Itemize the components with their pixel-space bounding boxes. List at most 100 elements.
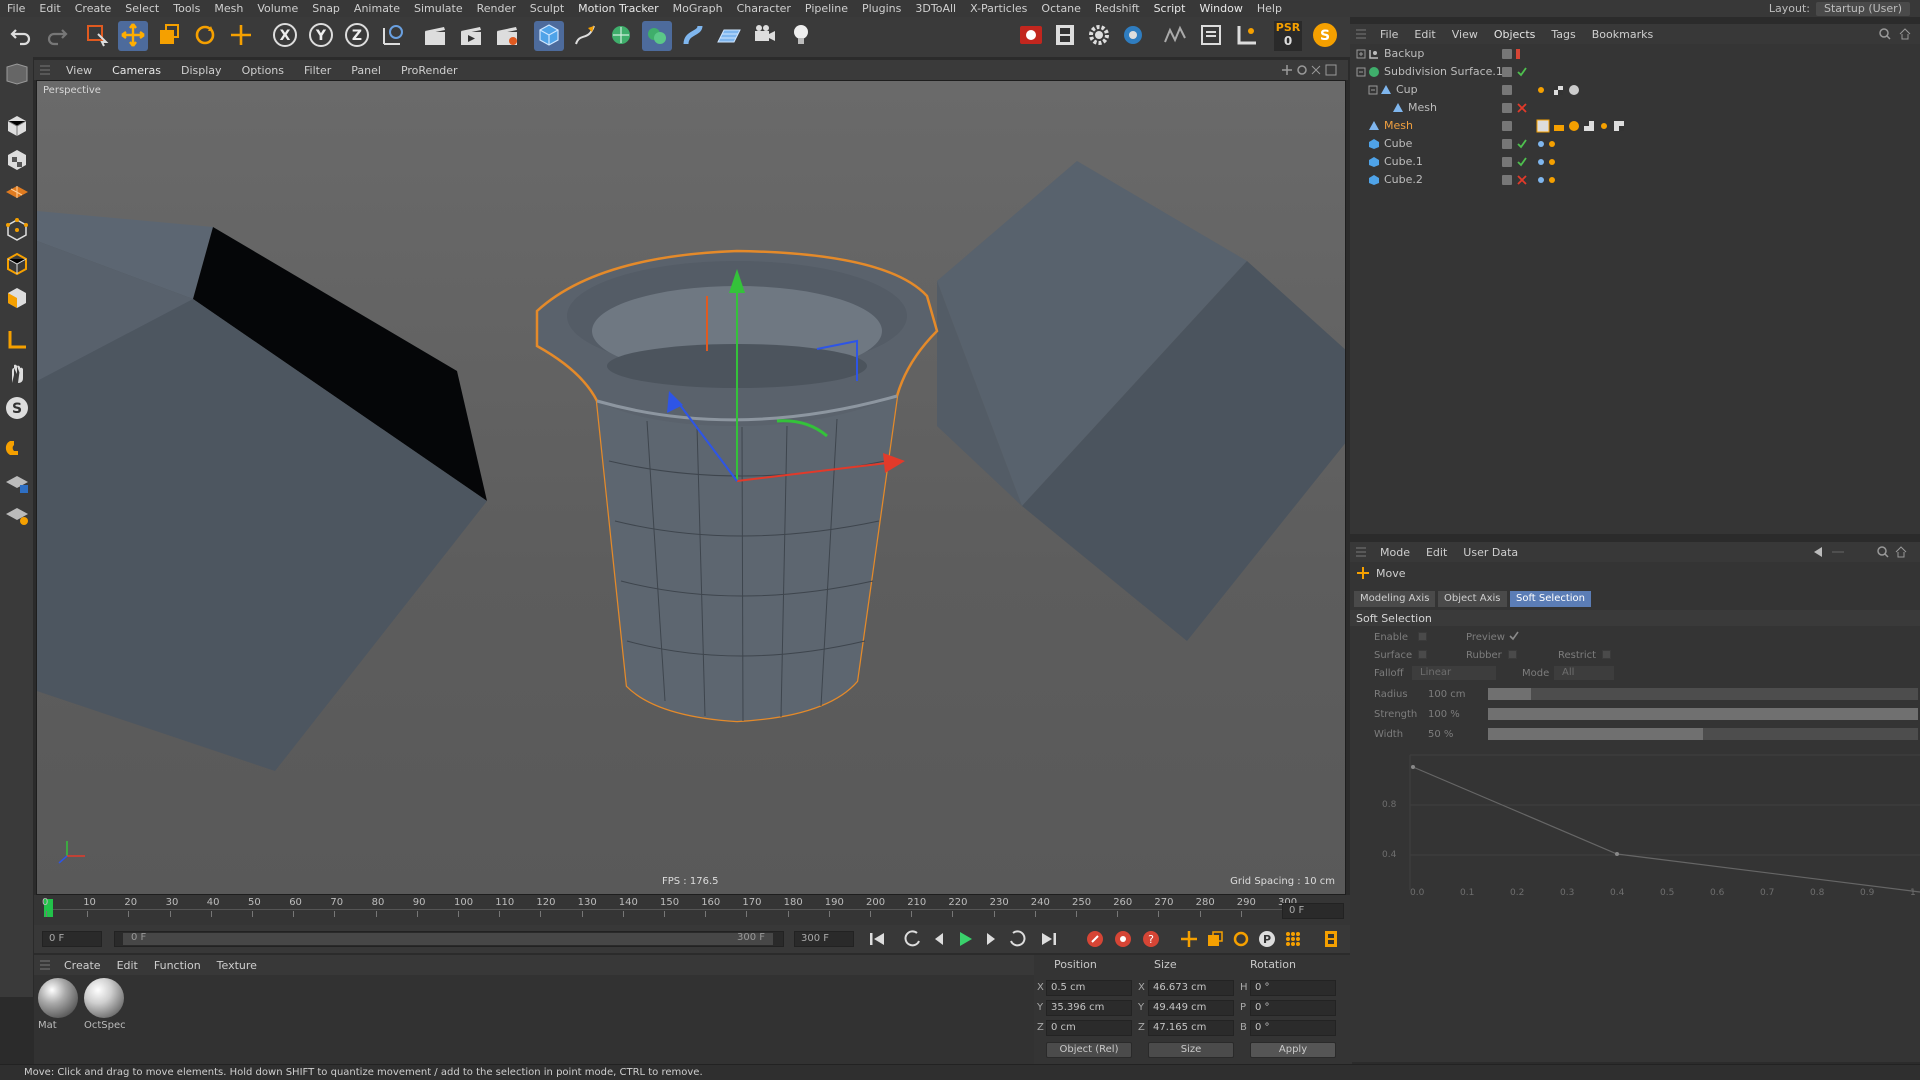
visibility-dots[interactable] [1502,175,1512,185]
layout-select[interactable]: Startup (User) [1816,1,1910,16]
menu-tools[interactable]: Tools [166,2,207,15]
menu-simulate[interactable]: Simulate [407,2,470,15]
menu-create[interactable]: Create [68,2,119,15]
collapse-icon[interactable] [1368,85,1378,98]
preview-checkbox[interactable] [1508,630,1520,645]
previous-frame-button[interactable] [928,930,950,950]
position-x-field[interactable]: 0.5 cm [1046,980,1132,996]
timeline-window-button[interactable] [1320,930,1342,950]
material-menu-function[interactable]: Function [146,959,209,972]
axis-mode-button[interactable] [3,327,31,355]
plugin-tool-button-3[interactable] [1232,21,1262,51]
viewport-navigation-icons[interactable] [1280,63,1340,80]
undo-button[interactable] [6,21,36,51]
edit-render-settings-button[interactable] [492,21,522,51]
array-button[interactable] [642,21,672,51]
rotate-tool-button[interactable] [190,21,220,51]
viewport-menu-filter[interactable]: Filter [294,64,341,77]
object-row[interactable]: Cube.1 [1350,153,1920,171]
attribute-menu-edit[interactable]: Edit [1418,546,1455,559]
menu-file[interactable]: File [0,2,32,15]
menu-edit[interactable]: Edit [32,2,67,15]
menu-mesh[interactable]: Mesh [207,2,250,15]
go-to-end-button[interactable] [1038,930,1060,950]
key-scale-button[interactable] [1204,930,1226,950]
tag-icons[interactable] [1536,84,1588,99]
menu-pipeline[interactable]: Pipeline [798,2,855,15]
render-to-picture-viewer-button[interactable] [456,21,486,51]
menu-3dtoall[interactable]: 3DToAll [908,2,963,15]
menu-x-particles[interactable]: X-Particles [963,2,1034,15]
position-z-field[interactable]: 0 cm [1046,1020,1132,1036]
key-parameter-button[interactable]: P [1256,930,1278,950]
width-slider[interactable] [1488,728,1918,740]
visibility-dots[interactable] [1502,103,1512,113]
tag-icons[interactable] [1536,138,1566,153]
visibility-dots[interactable] [1502,121,1512,131]
material-menu-texture[interactable]: Texture [209,959,265,972]
psr-indicator[interactable]: PSR 0 [1274,21,1302,51]
restrict-checkbox[interactable] [1602,650,1611,659]
subdivision-surface-button[interactable] [606,21,636,51]
y-axis-lock-button[interactable]: Y [306,21,336,51]
redo-button[interactable] [42,21,72,51]
deformer-button[interactable] [678,21,708,51]
menu-character[interactable]: Character [730,2,798,15]
key-point-level-button[interactable] [1282,930,1304,950]
points-mode-button[interactable] [3,217,31,245]
settings-button[interactable] [1084,21,1114,51]
record-keyframe-button[interactable] [1084,930,1106,950]
menu-render[interactable]: Render [470,2,523,15]
attribute-menu-user-data[interactable]: User Data [1455,546,1526,559]
record-button[interactable] [1016,21,1046,51]
strength-value[interactable]: 100 % [1428,709,1460,720]
cube-right[interactable] [937,161,1346,641]
rotation-h-field[interactable]: 0 ° [1250,980,1336,996]
disabled-x-icon[interactable] [1516,102,1528,117]
menu-motion-tracker[interactable]: Motion Tracker [571,2,665,15]
viewport-menu-prorender[interactable]: ProRender [391,64,468,77]
material-menu-create[interactable]: Create [56,959,109,972]
size-mode-select[interactable]: Size [1148,1042,1234,1058]
position-y-field[interactable]: 35.396 cm [1046,1000,1132,1016]
edges-mode-button[interactable] [3,251,31,279]
mode-select[interactable]: All [1554,666,1614,680]
viewport-menu-options[interactable]: Options [232,64,294,77]
object-row[interactable]: Backup [1350,45,1920,63]
tag-icons[interactable] [1536,156,1566,171]
cube-left[interactable] [37,211,487,771]
menu-mograph[interactable]: MoGraph [666,2,730,15]
menu-redshift[interactable]: Redshift [1088,2,1147,15]
attribute-nav-icons[interactable] [1812,545,1912,562]
keyframe-selection-button[interactable]: ? [1140,930,1162,950]
visibility-dots[interactable] [1502,67,1512,77]
x-axis-lock-button[interactable]: X [270,21,300,51]
object-row[interactable]: Cube.2 [1350,171,1920,189]
range-slider[interactable]: 0 F 300 F [114,931,784,947]
scale-tool-button[interactable] [154,21,184,51]
object-menu-file[interactable]: File [1372,28,1406,41]
workplane-snap-button[interactable] [3,501,31,529]
plugin-tool-button-2[interactable] [1196,21,1226,51]
start-frame-field[interactable]: 0 F [42,931,102,947]
camera-button[interactable] [750,21,780,51]
next-frame-button[interactable] [980,930,1002,950]
menu-volume[interactable]: Volume [250,2,305,15]
enabled-check-icon[interactable] [1516,156,1528,171]
object-search-icon[interactable] [1878,27,1912,44]
viewport-menu-panel[interactable]: Panel [341,64,391,77]
workplane-lock-button[interactable] [3,469,31,497]
tab-object-axis[interactable]: Object Axis [1438,591,1507,607]
visibility-dots[interactable] [1502,139,1512,149]
object-row[interactable]: Cube [1350,135,1920,153]
current-frame-field[interactable]: 0 F [1282,903,1344,919]
menu-snap[interactable]: Snap [305,2,347,15]
enable-checkbox[interactable] [1418,632,1427,641]
tag-icons[interactable] [1536,174,1566,189]
texture-mode-button[interactable] [3,147,31,175]
tab-modeling-axis[interactable]: Modeling Axis [1354,591,1436,607]
size-z-field[interactable]: 47.165 cm [1148,1020,1234,1036]
live-selection-button[interactable] [82,21,112,51]
menu-help[interactable]: Help [1250,2,1289,15]
width-value[interactable]: 50 % [1428,729,1453,740]
